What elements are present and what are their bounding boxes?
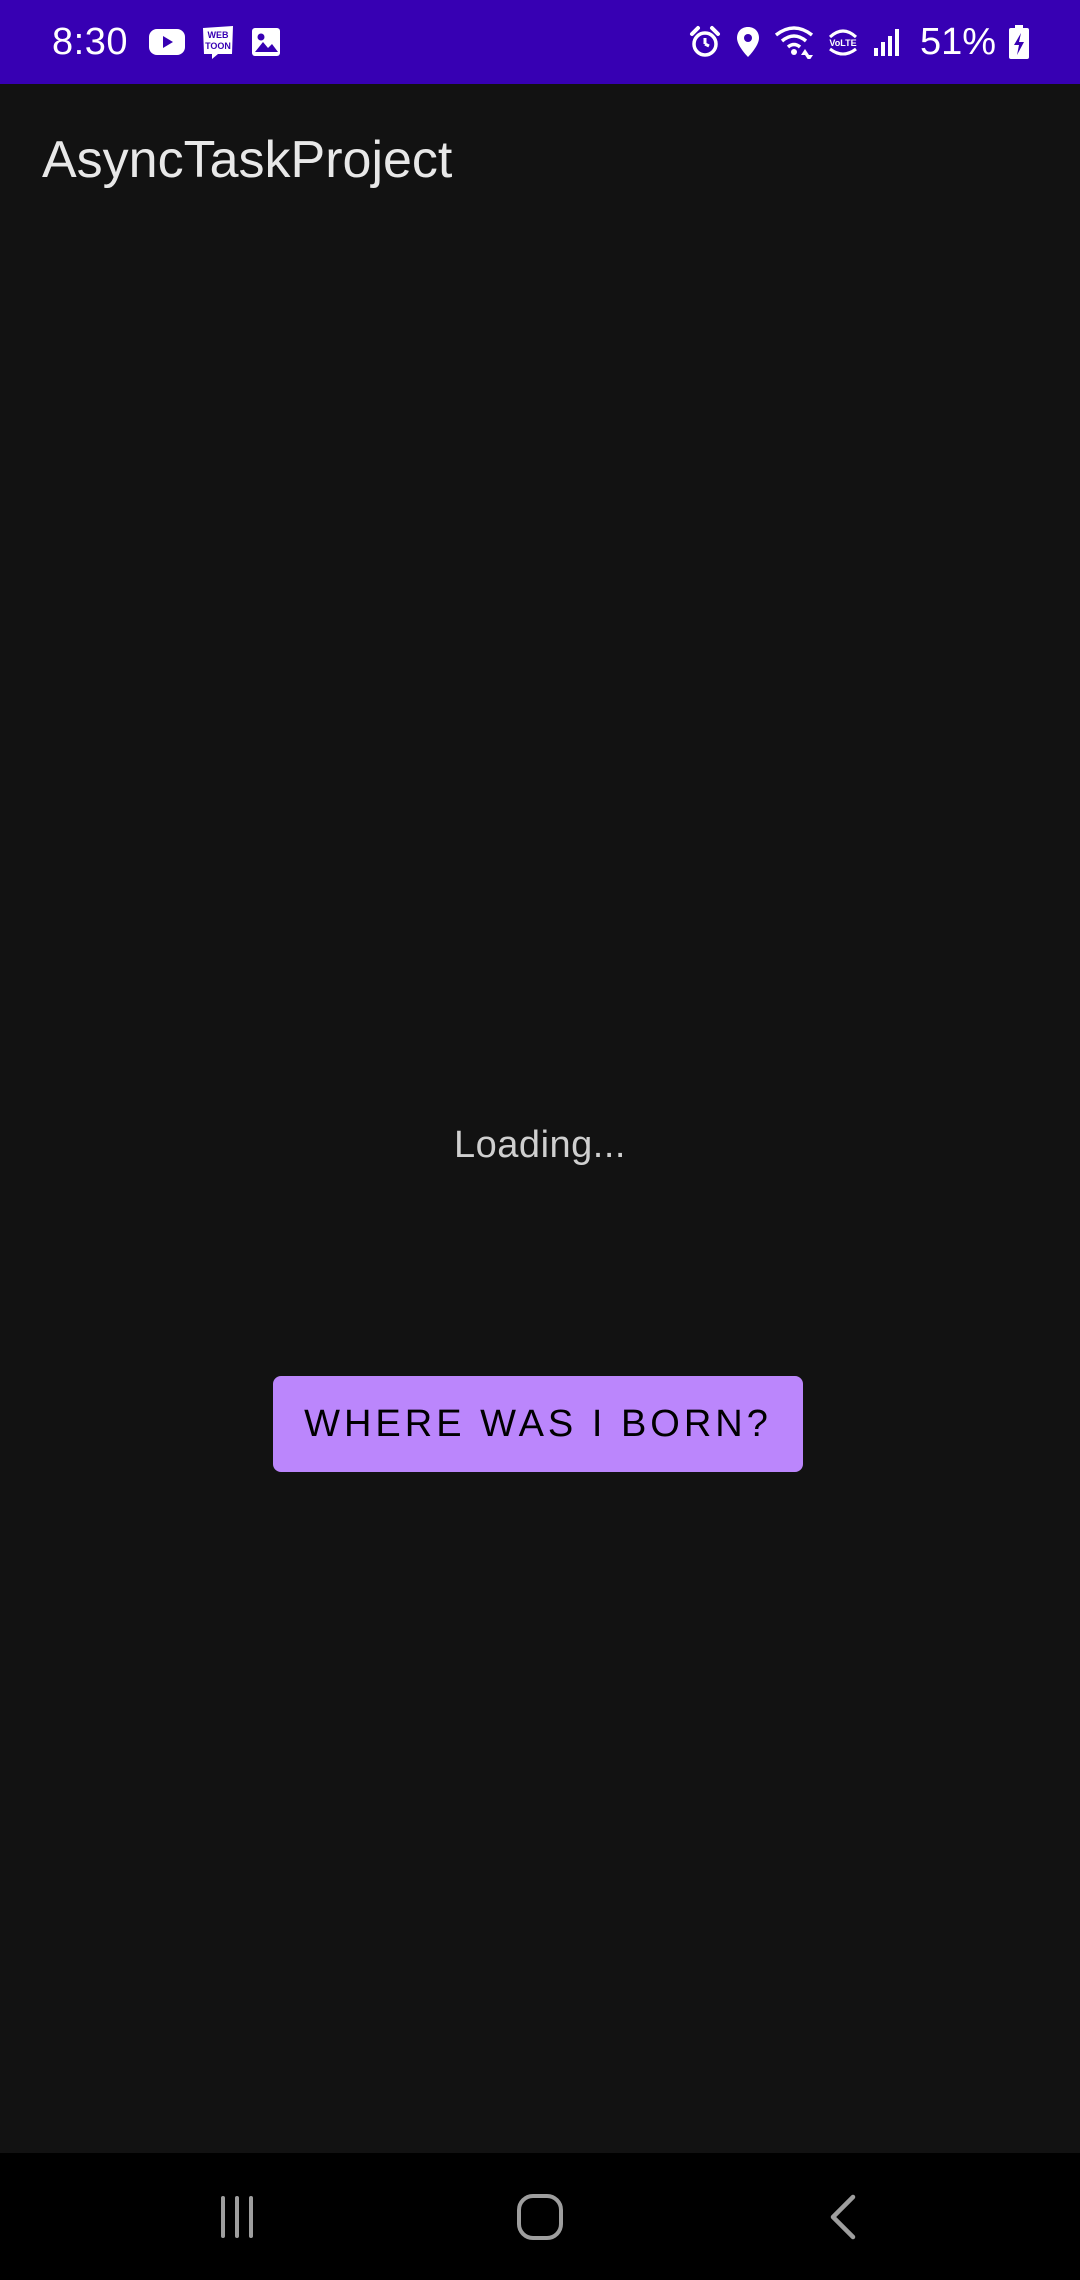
app-screen: 8:30 WEB TOON VoLTE 51% AsyncTaskProject… <box>0 0 1080 2280</box>
recents-icon <box>214 2194 260 2240</box>
app-title: AsyncTaskProject <box>42 131 453 189</box>
back-button[interactable] <box>783 2177 903 2257</box>
youtube-icon <box>148 27 186 57</box>
back-icon <box>823 2192 863 2242</box>
home-icon <box>515 2192 565 2242</box>
alarm-icon <box>688 25 722 59</box>
loading-text: Loading... <box>454 1124 626 1166</box>
status-right: VoLTE 51% <box>688 21 1030 64</box>
status-time: 8:30 <box>52 20 128 63</box>
volte-label: VoLTE <box>829 38 856 48</box>
location-icon <box>734 25 762 59</box>
status-bar: 8:30 WEB TOON VoLTE 51% <box>0 0 1080 84</box>
webtoon-label-bottom: TOON <box>205 41 231 51</box>
volte-icon: VoLTE <box>826 25 860 59</box>
where-was-i-born-button[interactable]: WHERE WAS I BORN? <box>273 1376 803 1472</box>
battery-charging-icon <box>1008 24 1030 60</box>
battery-percentage: 51% <box>919 20 996 63</box>
recents-button[interactable] <box>177 2177 297 2257</box>
home-button[interactable] <box>480 2177 600 2257</box>
signal-icon <box>872 26 904 58</box>
webtoon-label-top: WEB <box>207 30 228 40</box>
status-left: 8:30 WEB TOON <box>52 21 282 64</box>
webtoon-icon: WEB TOON <box>200 24 236 60</box>
wifi-icon <box>774 25 814 59</box>
navigation-bar <box>0 2153 1080 2280</box>
gallery-icon <box>250 26 282 58</box>
